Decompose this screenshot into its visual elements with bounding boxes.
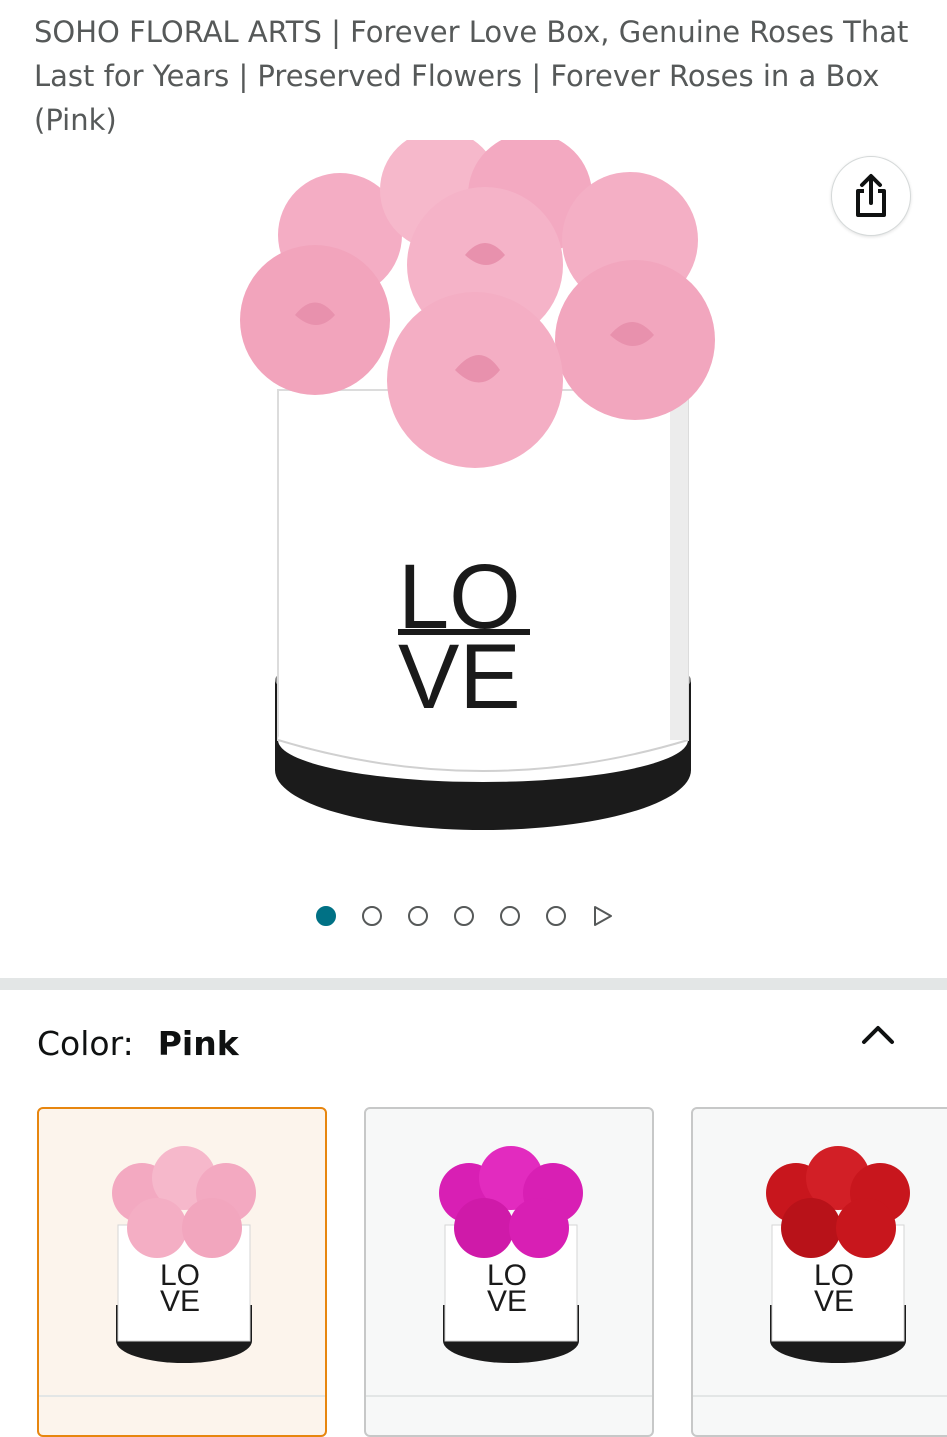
color-selector-header: Color: Pink xyxy=(37,1020,239,1066)
color-option-red[interactable]: LO VE xyxy=(691,1107,947,1437)
color-selected-value: Pink xyxy=(157,1023,239,1063)
swatch-separator xyxy=(39,1395,325,1397)
carousel-dot[interactable] xyxy=(454,906,474,926)
box-love-text-bottom: VE xyxy=(398,626,521,728)
carousel-dot[interactable] xyxy=(500,906,520,926)
play-triangle-icon[interactable] xyxy=(592,905,614,927)
swatch-separator xyxy=(693,1395,947,1397)
color-label: Color: xyxy=(37,1023,134,1063)
chevron-up-icon[interactable] xyxy=(858,1016,898,1052)
swatch-separator xyxy=(366,1395,652,1397)
swatch-image: LO VE xyxy=(439,1146,583,1363)
carousel-dot[interactable] xyxy=(546,906,566,926)
share-button[interactable] xyxy=(831,156,911,236)
swatch-love-bottom: VE xyxy=(160,1285,200,1318)
swatch-image: LO VE xyxy=(766,1146,910,1363)
carousel-dot[interactable] xyxy=(316,906,336,926)
share-icon xyxy=(856,174,886,217)
carousel-dot[interactable] xyxy=(362,906,382,926)
color-option-magenta[interactable]: LO VE xyxy=(364,1107,654,1437)
product-image[interactable]: LO VE xyxy=(200,140,760,870)
color-option-pink[interactable]: LO VE xyxy=(37,1107,327,1437)
carousel-dot[interactable] xyxy=(408,906,428,926)
swatch-image: LO VE xyxy=(112,1146,256,1363)
swatch-love-bottom: VE xyxy=(487,1285,527,1318)
product-title: SOHO FLORAL ARTS | Forever Love Box, Gen… xyxy=(34,15,909,137)
section-divider xyxy=(0,978,947,990)
swatch-love-bottom: VE xyxy=(814,1285,854,1318)
image-carousel-dots xyxy=(316,903,614,929)
